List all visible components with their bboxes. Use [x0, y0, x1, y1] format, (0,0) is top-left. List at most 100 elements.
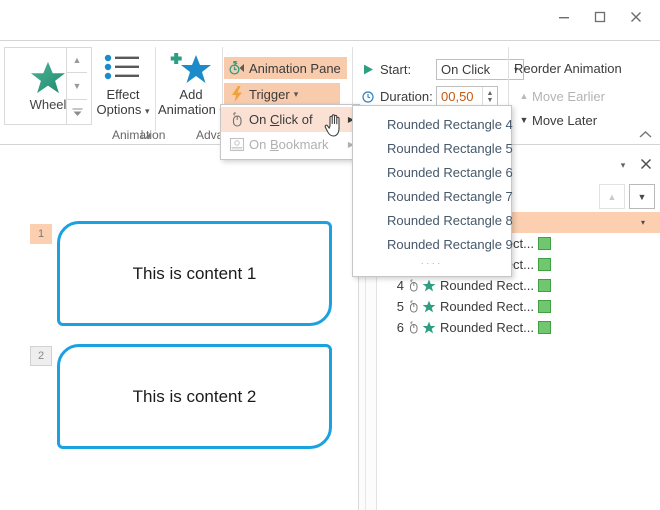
animation-item-4-name: Rounded Rect... — [440, 278, 534, 293]
animation-tag-2[interactable]: 2 — [30, 346, 52, 366]
bookmark-icon — [225, 137, 249, 152]
start-select[interactable]: On Click ▾ — [436, 59, 524, 80]
workspace: 1 This is content 1 2 This is content 2 … — [0, 146, 660, 510]
powerpoint-window: Wheel ▲ ▼ — [0, 0, 660, 510]
animation-item-5-name: Rounded Rect... — [440, 299, 534, 314]
animation-tag-1[interactable]: 1 — [30, 224, 52, 244]
clock-icon — [360, 91, 376, 103]
reorder-animation-title: Reorder Animation — [514, 61, 622, 76]
trigger-dropdown-menu: On Click of ▶ On Bookmark ▶ — [220, 104, 360, 160]
effect-options-icon — [103, 49, 143, 87]
animation-item-6-name: Rounded Rect... — [440, 320, 534, 335]
duration-spin-arrows[interactable]: ▲ ▼ — [482, 87, 497, 106]
menu-item-on-click-of[interactable]: On Click of ▶ — [221, 107, 359, 132]
minimize-button[interactable] — [546, 3, 582, 31]
shape-content-2-text: This is content 2 — [133, 387, 257, 407]
mouse-click-icon — [225, 112, 249, 127]
shape-content-2[interactable]: This is content 2 — [57, 344, 332, 449]
animation-item-5-timing-bar[interactable] — [538, 300, 551, 313]
maximize-button[interactable] — [582, 3, 618, 31]
gallery-more-icon — [72, 108, 83, 117]
duration-stepper[interactable]: 00,50 ▲ ▼ — [436, 86, 498, 107]
gallery-more-button[interactable] — [67, 100, 87, 125]
start-label: Start: — [380, 62, 436, 77]
animation-dialog-launcher[interactable] — [141, 129, 151, 142]
submenu-scroll-more-indicator[interactable]: .... — [353, 256, 511, 266]
group-divider-1 — [155, 47, 156, 131]
chevron-down-icon: ▾ — [621, 160, 626, 171]
animation-item-5-number: 5 — [391, 299, 404, 314]
animation-pane-toggle-button[interactable]: Animation Pane — [224, 57, 347, 79]
add-animation-label-2: Animation ▾ — [158, 102, 224, 119]
pane-close-button[interactable] — [637, 155, 655, 173]
animation-list-item-4[interactable]: 4 Rounded Rect... — [377, 275, 660, 296]
duration-value: 00,50 — [437, 89, 482, 104]
play-next-button[interactable]: ▼ — [629, 184, 655, 209]
start-row: Start: On Click ▾ — [360, 59, 524, 80]
animation-item-1-dropdown[interactable]: ▾ — [641, 218, 645, 227]
start-value: On Click — [441, 62, 509, 77]
triangle-up-icon: ▲ — [608, 192, 617, 202]
star-icon — [420, 321, 438, 335]
window-controls — [546, 2, 654, 32]
gallery-scroll-down-button[interactable]: ▼ — [67, 73, 87, 99]
effect-options-label-2-text: Options — [97, 102, 142, 117]
group-label-animation: Animation — [112, 128, 165, 142]
chevron-down-icon: ▾ — [294, 89, 299, 100]
gallery-scroll-up-button[interactable]: ▲ — [67, 47, 87, 73]
add-animation-button[interactable]: Add Animation ▾ — [160, 49, 222, 119]
add-animation-label-2-text: Animation — [158, 102, 216, 117]
collapse-ribbon-button[interactable] — [639, 128, 652, 142]
mouse-click-icon — [406, 321, 420, 334]
close-icon — [640, 158, 652, 170]
pane-options-dropdown[interactable]: ▾ — [614, 156, 632, 174]
animation-list-item-6[interactable]: 6 Rounded Rect... — [377, 317, 660, 338]
duration-label: Duration: — [380, 89, 436, 104]
chevron-up-icon — [639, 130, 652, 139]
mouse-click-icon — [406, 279, 420, 292]
submenu-item-rounded-rectangle-4[interactable]: Rounded Rectangle 4 — [353, 112, 511, 136]
animation-tag-1-label: 1 — [38, 228, 44, 240]
gallery-scroll-buttons: ▲ ▼ — [66, 47, 87, 125]
add-animation-label-1: Add — [179, 87, 202, 102]
trigger-button[interactable]: Trigger ▾ — [224, 83, 340, 105]
animation-item-4-number: 4 — [391, 278, 404, 293]
star-icon — [420, 300, 438, 314]
animation-tag-2-label: 2 — [38, 350, 44, 362]
submenu-item-rounded-rectangle-7[interactable]: Rounded Rectangle 7 — [353, 184, 511, 208]
animation-pane-label: Animation Pane — [249, 61, 341, 76]
title-bar — [0, 0, 660, 40]
triangle-down-icon: ▼ — [516, 115, 532, 125]
animation-item-2-timing-bar[interactable] — [538, 237, 551, 250]
submenu-item-rounded-rectangle-5[interactable]: Rounded Rectangle 5 — [353, 136, 511, 160]
close-icon — [630, 11, 642, 23]
caret-up-icon: ▲ — [487, 90, 494, 97]
animation-pane-icon — [228, 59, 246, 77]
submenu-item-rounded-rectangle-6[interactable]: Rounded Rectangle 6 — [353, 160, 511, 184]
slide-canvas[interactable]: 1 This is content 1 2 This is content 2 — [0, 146, 358, 510]
animation-list-item-5[interactable]: 5 Rounded Rect... — [377, 296, 660, 317]
animation-item-6-timing-bar[interactable] — [538, 321, 551, 334]
close-button[interactable] — [618, 3, 654, 31]
gallery-label: Wheel — [30, 97, 67, 112]
play-icon — [360, 64, 376, 75]
dialog-launcher-icon — [141, 129, 151, 139]
move-earlier-label: Move Earlier — [532, 89, 605, 104]
animation-item-4-timing-bar[interactable] — [538, 279, 551, 292]
animation-item-3-timing-bar[interactable] — [538, 258, 551, 271]
menu-item-on-click-of-label: On Click of — [249, 112, 343, 127]
submenu-item-rounded-rectangle-9[interactable]: Rounded Rectangle 9 — [353, 232, 511, 256]
shape-content-1-text: This is content 1 — [133, 264, 257, 284]
duration-row: Duration: 00,50 ▲ ▼ — [360, 86, 498, 107]
shape-content-1[interactable]: This is content 1 — [57, 221, 332, 326]
move-earlier-button[interactable]: ▲ Move Earlier — [516, 86, 605, 106]
submenu-item-rounded-rectangle-8[interactable]: Rounded Rectangle 8 — [353, 208, 511, 232]
effect-options-button[interactable]: Effect Options ▾ — [92, 49, 154, 119]
move-later-label: Move Later — [532, 113, 597, 128]
on-click-of-submenu: Rounded Rectangle 4 Rounded Rectangle 5 … — [352, 105, 512, 277]
menu-item-on-bookmark[interactable]: On Bookmark ▶ — [221, 132, 359, 157]
chevron-down-icon: ▾ — [145, 106, 150, 116]
play-previous-button[interactable]: ▲ — [599, 184, 625, 209]
move-later-button[interactable]: ▼ Move Later — [516, 110, 597, 130]
mouse-click-icon — [406, 300, 420, 313]
